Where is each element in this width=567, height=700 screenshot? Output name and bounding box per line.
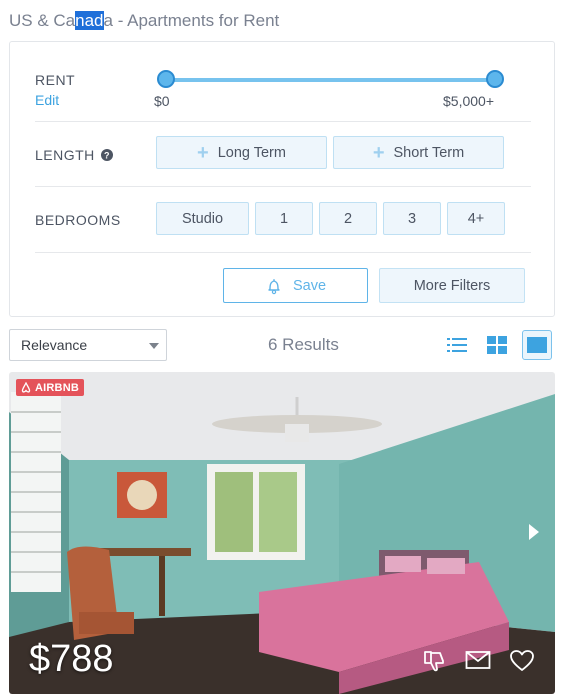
photo-view-button[interactable] bbox=[522, 330, 552, 360]
title-selected-text: nad bbox=[75, 11, 104, 30]
filters-panel: RENT Edit $0 $5,000+ LENGTH ? + Long Ter… bbox=[9, 41, 555, 317]
rent-max-value: $5,000+ bbox=[443, 93, 494, 109]
length-label: LENGTH bbox=[35, 147, 95, 163]
save-search-button[interactable]: Save bbox=[223, 268, 368, 303]
chip-label: Long Term bbox=[217, 144, 286, 161]
divider bbox=[35, 121, 531, 122]
length-short-term-button[interactable]: + Short Term bbox=[333, 136, 504, 169]
title-part-2: a - Apartments for Rent bbox=[103, 11, 280, 30]
rent-min-value: $0 bbox=[154, 93, 170, 109]
length-row-label: LENGTH ? bbox=[35, 147, 113, 163]
airbnb-icon bbox=[21, 382, 31, 393]
list-view-icon bbox=[447, 337, 467, 353]
bedroom-studio-button[interactable]: Studio bbox=[156, 202, 249, 235]
rent-slider-track[interactable] bbox=[166, 78, 496, 82]
divider bbox=[35, 252, 531, 253]
more-filters-button[interactable]: More Filters bbox=[379, 268, 525, 303]
bedroom-4plus-button[interactable]: 4+ bbox=[447, 202, 505, 235]
divider bbox=[35, 186, 531, 187]
badge-label: AIRBNB bbox=[35, 381, 79, 394]
save-label: Save bbox=[292, 277, 327, 294]
length-long-term-button[interactable]: + Long Term bbox=[156, 136, 327, 169]
page-title: US & Canada - Apartments for Rent bbox=[9, 11, 279, 31]
rent-label: RENT bbox=[35, 72, 76, 88]
listing-price: $788 bbox=[29, 638, 114, 680]
bedroom-2-button[interactable]: 2 bbox=[319, 202, 377, 235]
sort-selected-value: Relevance bbox=[21, 337, 88, 353]
rent-min-handle[interactable] bbox=[157, 70, 175, 88]
rent-max-handle[interactable] bbox=[486, 70, 504, 88]
heart-icon[interactable] bbox=[509, 649, 535, 678]
bedrooms-label: BEDROOMS bbox=[35, 212, 121, 228]
chevron-down-icon bbox=[149, 343, 159, 349]
thumbs-down-icon[interactable] bbox=[422, 649, 446, 678]
listing-card[interactable]: AIRBNB $788 bbox=[9, 372, 555, 694]
chip-label: Short Term bbox=[393, 144, 465, 161]
rent-edit-link[interactable]: Edit bbox=[35, 92, 59, 108]
bedroom-3-button[interactable]: 3 bbox=[383, 202, 441, 235]
bell-icon bbox=[265, 277, 293, 295]
help-icon[interactable]: ? bbox=[100, 149, 113, 161]
grid-view-button[interactable] bbox=[482, 330, 512, 360]
bedroom-1-button[interactable]: 1 bbox=[255, 202, 313, 235]
airbnb-badge: AIRBNB bbox=[16, 379, 84, 396]
email-icon[interactable] bbox=[465, 649, 491, 676]
list-view-button[interactable] bbox=[442, 330, 472, 360]
results-count: 6 Results bbox=[268, 335, 339, 354]
map-view-icon bbox=[527, 337, 547, 353]
next-photo-arrow-icon[interactable] bbox=[527, 522, 541, 547]
sort-select[interactable]: Relevance bbox=[9, 329, 167, 361]
svg-text:?: ? bbox=[104, 151, 110, 161]
plus-icon: + bbox=[197, 141, 209, 164]
plus-icon: + bbox=[372, 141, 385, 164]
grid-view-icon bbox=[487, 336, 507, 354]
title-part-1: US & Ca bbox=[9, 11, 76, 30]
